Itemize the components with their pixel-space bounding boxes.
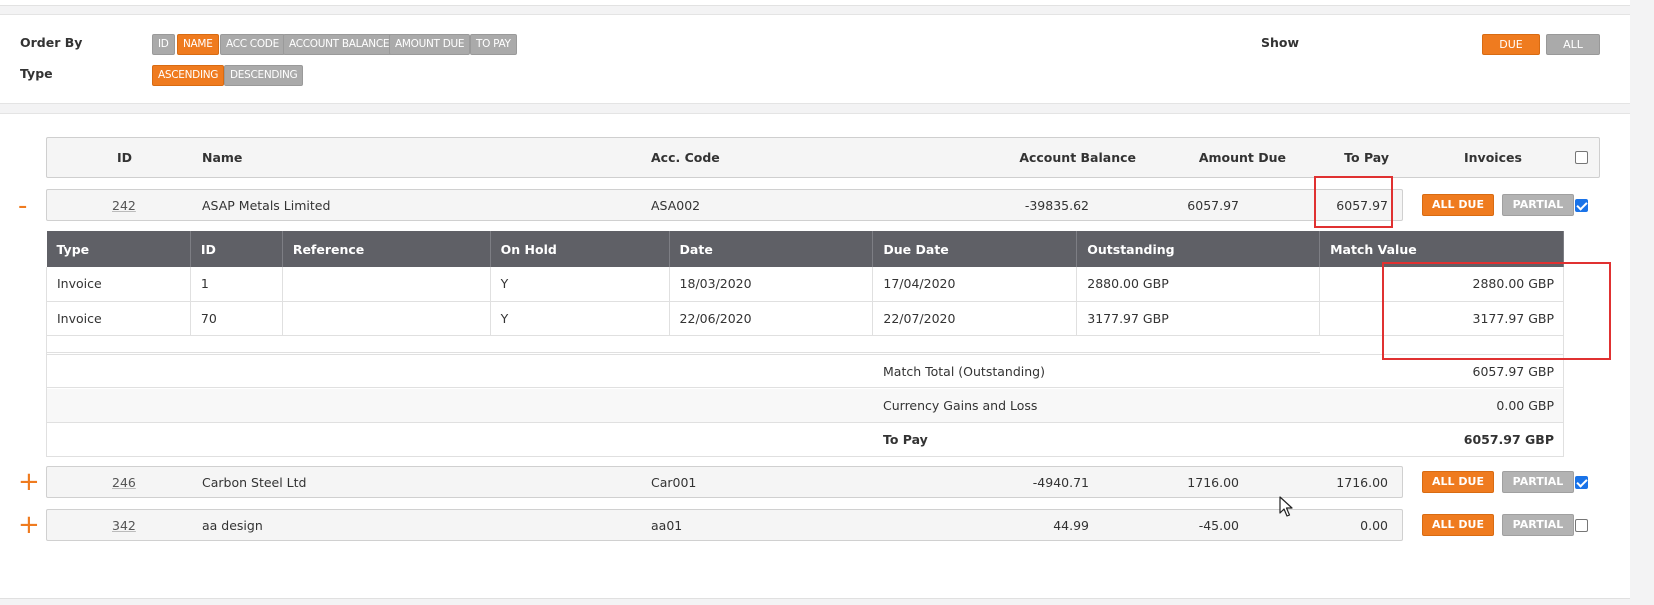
type-descending-chip[interactable]: DESCENDING (224, 65, 304, 86)
show-all-button[interactable]: ALL (1546, 34, 1600, 55)
row-to-pay: 0.00 (1360, 518, 1388, 533)
partial-button[interactable]: PARTIAL (1502, 194, 1574, 216)
show-label: Show (1261, 35, 1300, 50)
all-due-button[interactable]: ALL DUE (1422, 194, 1494, 216)
order-by-amount-due-chip[interactable]: AMOUNT DUE (389, 34, 471, 55)
row-id[interactable]: 246 (112, 475, 136, 490)
row-amount-due: 1716.00 (1187, 475, 1239, 490)
order-by-label: Order By (20, 35, 83, 50)
row-account-balance: -4940.71 (1032, 475, 1089, 490)
row-account-balance: -39835.62 (1024, 198, 1089, 213)
row-name: aa design (202, 518, 263, 533)
show-due-button[interactable]: DUE (1482, 34, 1540, 55)
header-acc-code: Acc. Code (651, 150, 720, 165)
invoice-reference (282, 301, 491, 336)
all-due-button[interactable]: ALL DUE (1422, 471, 1494, 493)
summary-row: To Pay 6057.97 GBP (47, 423, 1563, 457)
header-name: Name (202, 150, 243, 165)
summary-divider (47, 352, 1320, 353)
row-amount-due: 6057.97 (1187, 198, 1239, 213)
type-ascending-chip[interactable]: ASCENDING (152, 65, 225, 86)
mouse-cursor-icon (1279, 496, 1293, 517)
match-value-highlight-box (1382, 262, 1611, 360)
invoice-id: 1 (190, 267, 283, 302)
row-name: Carbon Steel Ltd (202, 475, 307, 490)
invoice-outstanding: 2880.00 GBP (1076, 267, 1321, 302)
header-account-balance: Account Balance (1019, 150, 1136, 165)
invoice-id: 70 (190, 301, 283, 336)
table-row[interactable]: 342 aa design aa01 44.99 -45.00 0.00 (46, 509, 1403, 541)
summary-to-pay-value: 6057.97 GBP (1463, 432, 1554, 447)
row-checkbox[interactable] (1575, 199, 1588, 212)
row-acc-code: ASA002 (651, 198, 701, 213)
header-invoices: Invoices (1464, 150, 1522, 165)
invoice-summary: Match Total (Outstanding) 6057.97 GBP Cu… (46, 335, 1564, 457)
table-header-row: ID Name Acc. Code Account Balance Amount… (46, 137, 1600, 178)
invoice-due-date: 17/04/2020 (872, 267, 1078, 302)
invoice-reference (282, 267, 491, 302)
row-id[interactable]: 242 (112, 198, 136, 213)
match-total-label: Match Total (Outstanding) (883, 364, 1045, 379)
invoice-header-row: Type ID Reference On Hold Date Due Date … (46, 231, 1564, 267)
invoice-detail-table: Type ID Reference On Hold Date Due Date … (46, 231, 1564, 336)
table-row[interactable]: 246 Carbon Steel Ltd Car001 -4940.71 171… (46, 466, 1403, 498)
filter-panel: Order By Type ID NAME ACC CODE ACCOUNT B… (0, 14, 1630, 104)
row-acc-code: Car001 (651, 475, 697, 490)
row-checkbox[interactable] (1575, 476, 1588, 489)
type-label: Type (20, 66, 53, 81)
select-all-checkbox[interactable] (1575, 151, 1588, 164)
col-type: Type (46, 231, 191, 267)
col-date: Date (669, 231, 874, 267)
row-acc-code: aa01 (651, 518, 683, 533)
col-id: ID (190, 231, 283, 267)
invoice-date: 18/03/2020 (669, 267, 874, 302)
row-to-pay: 1716.00 (1336, 475, 1388, 490)
invoice-date: 22/06/2020 (669, 301, 874, 336)
to-pay-highlight-box (1314, 176, 1393, 228)
all-due-button[interactable]: ALL DUE (1422, 514, 1494, 536)
invoice-type: Invoice (46, 301, 191, 336)
collapse-row-toggle[interactable]: - (18, 193, 27, 219)
match-total-value: 6057.97 GBP (1472, 364, 1554, 379)
partial-button[interactable]: PARTIAL (1502, 514, 1574, 536)
col-reference: Reference (282, 231, 491, 267)
row-amount-due: -45.00 (1198, 518, 1239, 533)
expand-row-toggle[interactable]: + (18, 512, 40, 538)
row-account-balance: 44.99 (1053, 518, 1089, 533)
row-checkbox[interactable] (1575, 519, 1588, 532)
partial-button[interactable]: PARTIAL (1502, 471, 1574, 493)
summary-to-pay-label: To Pay (883, 432, 928, 447)
order-by-id-chip[interactable]: ID (152, 34, 175, 55)
invoice-on-hold: Y (490, 301, 670, 336)
invoice-type: Invoice (46, 267, 191, 302)
row-id[interactable]: 342 (112, 518, 136, 533)
summary-row: Currency Gains and Loss 0.00 GBP (47, 389, 1563, 423)
col-on-hold: On Hold (490, 231, 670, 267)
top-strip (0, 0, 1630, 6)
summary-row: Match Total (Outstanding) 6057.97 GBP (47, 354, 1563, 388)
order-by-acc-code-chip[interactable]: ACC CODE (220, 34, 285, 55)
table-row[interactable]: 242 ASAP Metals Limited ASA002 -39835.62… (46, 189, 1403, 221)
invoice-row: Invoice 70 Y 22/06/2020 22/07/2020 3177.… (46, 301, 1564, 336)
order-by-account-balance-chip[interactable]: ACCOUNT BALANCE (283, 34, 396, 55)
currency-gains-value: 0.00 GBP (1496, 398, 1554, 413)
invoice-row: Invoice 1 Y 18/03/2020 17/04/2020 2880.0… (46, 267, 1564, 302)
header-id: ID (117, 150, 133, 165)
order-by-name-chip[interactable]: NAME (177, 34, 219, 55)
header-to-pay: To Pay (1344, 150, 1389, 165)
header-amount-due: Amount Due (1198, 150, 1286, 165)
invoice-outstanding: 3177.97 GBP (1076, 301, 1321, 336)
expand-row-toggle[interactable]: + (18, 469, 40, 495)
col-due-date: Due Date (872, 231, 1078, 267)
invoice-on-hold: Y (490, 267, 670, 302)
currency-gains-label: Currency Gains and Loss (883, 398, 1038, 413)
order-by-to-pay-chip[interactable]: TO PAY (470, 34, 517, 55)
col-outstanding: Outstanding (1076, 231, 1321, 267)
row-name: ASAP Metals Limited (202, 198, 331, 213)
invoice-due-date: 22/07/2020 (872, 301, 1078, 336)
